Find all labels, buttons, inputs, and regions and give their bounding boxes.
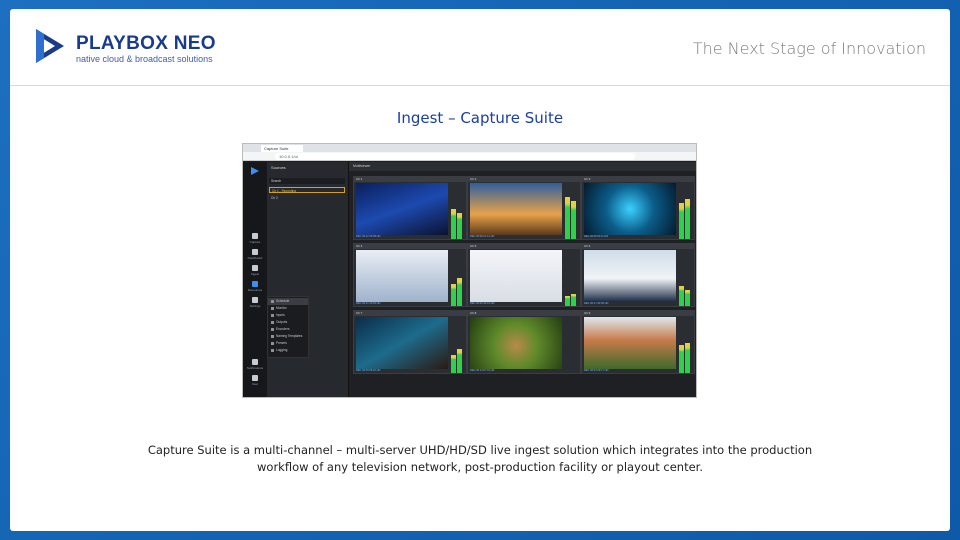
video-thumbnail [356,183,448,235]
rail-capture[interactable]: Capture [246,232,264,246]
logo-tagline: native cloud & broadcast solutions [76,54,213,64]
channel-tile[interactable]: Ch 3 REC 00:05:02:11 HD [581,176,695,240]
channel-tile[interactable]: Ch 2 REC 00:08:21:14 HD [467,176,581,240]
source-row[interactable]: Ch 1 - Recording [269,187,345,193]
playbox-neo-logo: PLAYBOX NEO native cloud & broadcast sol… [30,23,220,69]
capture-suite-app: Capture Dashboard Ingest Resources Setti… [243,162,696,397]
sources-header: Sources [271,165,286,170]
menu-item[interactable]: Monitor [268,305,308,312]
video-thumbnail [356,250,448,302]
dashboard-icon [252,249,258,255]
audio-meter [678,183,692,239]
slide-title: Ingest – Capture Suite [396,109,564,127]
video-thumbnail [470,317,562,369]
slide-caption: Capture Suite is a multi-channel – multi… [100,442,860,476]
rail-notifications[interactable]: Notifications [246,358,264,372]
menu-item[interactable]: Inputs [268,312,308,319]
rail-settings[interactable]: Settings [246,296,264,310]
rail-dashboard[interactable]: Dashboard [246,248,264,262]
source-row[interactable]: Ch 2 [269,195,345,201]
video-thumbnail [470,183,562,235]
channel-tile[interactable]: Ch 8 REC 00:14:07:01 HD [467,310,581,374]
browser-toolbar: 10.0.0.1/ui [243,152,696,161]
audio-meter [678,250,692,306]
multiviewer-header: Multiviewer [349,162,696,171]
header-divider [10,85,950,86]
sources-panel: Sources Search Ch 1 - Recording Ch 2 [267,162,349,397]
app-logo-icon [251,167,259,175]
sources-search[interactable]: Search [269,178,345,184]
audio-meter [450,250,464,306]
menu-item[interactable]: Encoders [268,326,308,333]
bell-icon [252,359,258,365]
context-menu: Schedule Monitor Inputs Outputs Encoders… [267,296,309,358]
channel-tile[interactable]: Ch 4 REC 00:21:10:03 HD [353,243,467,307]
channel-tile[interactable]: Ch 7 REC 00:09:58:22 HD [353,310,467,374]
video-thumbnail [356,317,448,369]
video-thumbnail [584,250,676,302]
rail-ingest[interactable]: Ingest [246,264,264,278]
nav-rail: Capture Dashboard Ingest Resources Setti… [243,162,267,397]
menu-item[interactable]: Naming Templates [268,333,308,340]
video-thumbnail [584,183,676,235]
gear-icon [252,297,258,303]
menu-item[interactable]: Outputs [268,319,308,326]
browser-tab-strip: Capture Suite [243,144,696,152]
audio-meter [564,317,578,373]
browser-tab[interactable]: Capture Suite [261,145,303,152]
channel-tile[interactable]: Ch 1 REC 00:12:45:08 HD [353,176,467,240]
address-bar[interactable]: 10.0.0.1/ui [275,153,635,160]
tagline: The Next Stage of Innovation [692,39,926,58]
video-thumbnail [470,250,562,302]
capture-suite-screenshot: Capture Suite 10.0.0.1/ui Capture Dashbo… [242,143,697,398]
rail-user[interactable]: User [246,374,264,388]
audio-meter [564,183,578,239]
resources-icon [252,281,258,287]
menu-item[interactable]: Logging [268,347,308,354]
caption-line-1: Capture Suite is a multi-channel – multi… [147,443,813,457]
ingest-icon [252,265,258,271]
audio-meter [678,317,692,373]
audio-meter [450,317,464,373]
user-icon [252,375,258,381]
play-logo-icon [36,29,64,63]
channel-tile[interactable]: Ch 9 REC 00:03:29:17 HD [581,310,695,374]
header: PLAYBOX NEO native cloud & broadcast sol… [10,9,950,85]
channel-tile[interactable]: Ch 6 REC 00:17:33:06 HD [581,243,695,307]
audio-meter [450,183,464,239]
video-thumbnail [584,317,676,369]
audio-meter [564,250,578,306]
channel-tile[interactable]: Ch 5 REC 00:02:44:19 HD [467,243,581,307]
multiviewer: Multiviewer Ch 1 REC 00:12:45:08 HD Ch 2… [349,162,696,397]
logo-name: PLAYBOX NEO [76,33,216,54]
menu-item[interactable]: Schedule [268,298,308,305]
capture-icon [252,233,258,239]
menu-item[interactable]: Presets [268,340,308,347]
caption-line-2: workflow of any television network, post… [257,460,703,474]
rail-resources[interactable]: Resources [246,280,264,294]
